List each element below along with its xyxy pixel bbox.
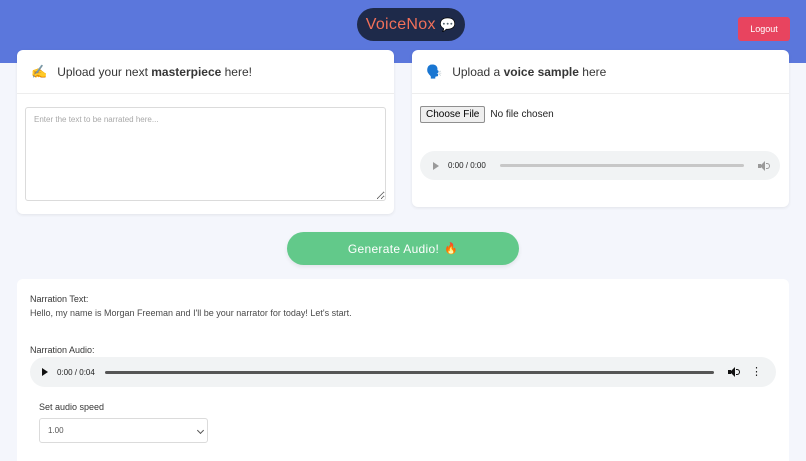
narration-text-label: Narration Text: (30, 294, 89, 304)
seek-bar[interactable] (499, 164, 744, 167)
narration-text: Hello, my name is Morgan Freeman and I'l… (30, 308, 352, 318)
voice-sample-player: 0:00 / 0:00 (420, 151, 780, 180)
text-card-title: Upload your next masterpiece here! (57, 64, 252, 79)
seek-bar[interactable] (104, 370, 714, 374)
fire-icon: 🔥 (444, 243, 459, 255)
audio-speed-label: Set audio speed (39, 402, 105, 412)
audio-speed-select[interactable]: 1.00 (39, 418, 208, 443)
text-upload-card: ✍️ Upload your next masterpiece here! (17, 50, 394, 214)
more-options-icon[interactable]: ⋮ (751, 366, 762, 378)
narration-audio-player: 0:00 / 0:04 ⋮ (30, 357, 776, 387)
file-status: No file chosen (490, 109, 554, 120)
player-time: 0:00 / 0:00 (448, 161, 486, 170)
writing-hand-icon: ✍️ (31, 63, 48, 79)
logout-button[interactable]: Logout (738, 17, 790, 41)
volume-icon[interactable] (758, 160, 770, 171)
brand-logo[interactable]: VoiceNox 💬 (357, 8, 465, 41)
speech-bubble-icon: 💬 (439, 16, 457, 32)
narration-audio-label: Narration Audio: (30, 345, 95, 355)
generate-audio-button[interactable]: Generate Audio! 🔥 (287, 232, 519, 265)
voice-sample-card: 🗣️ Upload a voice sample here Choose Fil… (412, 50, 789, 207)
play-icon[interactable] (433, 161, 439, 170)
text-card-header: ✍️ Upload your next masterpiece here! (17, 50, 394, 94)
narration-text-input[interactable] (25, 107, 386, 201)
file-input: Choose File No file chosen (420, 106, 554, 123)
voice-card-title: Upload a voice sample here (452, 64, 607, 79)
play-icon[interactable] (42, 368, 48, 376)
speaking-head-icon: 🗣️ (426, 63, 443, 79)
generate-label: Generate Audio! (347, 241, 440, 256)
choose-file-button[interactable]: Choose File (420, 106, 486, 123)
player-time: 0:00 / 0:04 (57, 367, 95, 377)
volume-icon[interactable] (728, 367, 740, 377)
voice-card-header: 🗣️ Upload a voice sample here (412, 50, 789, 94)
result-panel: Narration Text: Hello, my name is Morgan… (17, 279, 789, 461)
brand-name: VoiceNox (365, 15, 436, 33)
